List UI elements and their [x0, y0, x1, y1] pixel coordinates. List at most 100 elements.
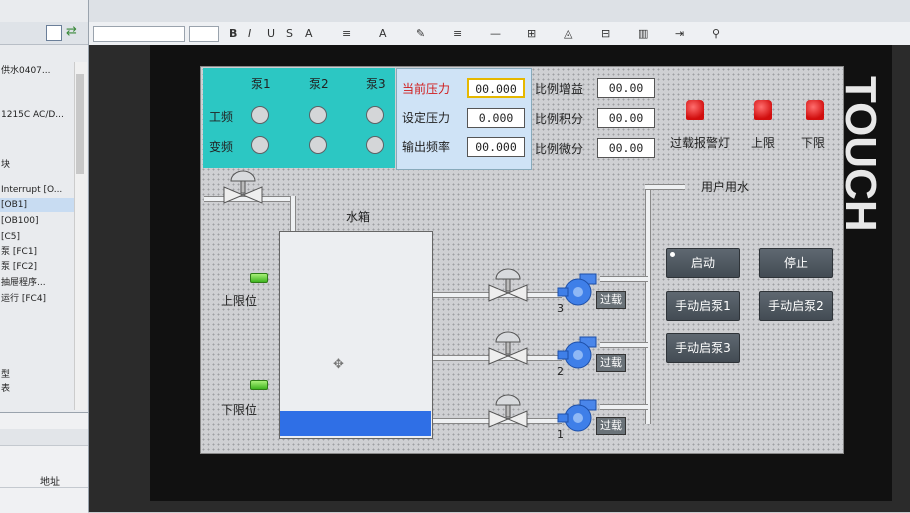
lower-level-label: 下限位: [221, 403, 258, 417]
pid-gain-label: 比例增益: [535, 82, 584, 96]
pid-derivative-field[interactable]: 00.00: [597, 138, 655, 158]
output-frequency-label: 输出频率: [402, 140, 451, 154]
tree-item[interactable]: 1215C AC/D...: [0, 108, 75, 122]
project-tree-panel: ⇄ 供水0407... 1215C AC/D... 块 Interrupt [O...…: [0, 0, 89, 513]
details-col-divider: [0, 487, 88, 488]
tree-item[interactable]: [OB1]: [0, 198, 75, 212]
touch-logo-text: TOUCH: [838, 76, 885, 232]
pump3-discharge: [600, 276, 648, 282]
inlet-pipe-down: [290, 196, 296, 234]
output-frequency-field[interactable]: 00.000: [467, 137, 525, 157]
discharge-riser: [645, 184, 651, 424]
overload-indicator: 过载: [596, 417, 626, 435]
tree-view-icon[interactable]: [46, 25, 62, 41]
tree-item[interactable]: 泵 [FC2]: [0, 260, 75, 274]
align-button[interactable]: ≡: [342, 26, 351, 41]
text-color-button[interactable]: A: [379, 26, 387, 41]
pump1-vfd-lamp: [251, 136, 269, 154]
pump2-discharge: [600, 342, 648, 348]
overload-alarm-lamp: [686, 100, 704, 120]
pump2-power-lamp: [309, 106, 327, 124]
font-family-select[interactable]: [93, 26, 185, 42]
upper-limit-label: 上限: [751, 136, 776, 150]
current-pressure-field[interactable]: 00.000: [467, 78, 525, 98]
move-handle-icon[interactable]: ✥: [333, 357, 344, 372]
start-button[interactable]: 启动: [666, 248, 740, 278]
pid-gain-field[interactable]: 00.00: [597, 78, 655, 98]
pump-valve-icon[interactable]: [487, 266, 529, 304]
columns-button[interactable]: ▥: [638, 26, 648, 41]
tree-item[interactable]: 抽屉程序...: [0, 276, 75, 290]
tree-item[interactable]: [OB100]: [0, 214, 75, 228]
manual-pump3-button[interactable]: 手动启泵3: [666, 333, 740, 363]
pump-valve-icon[interactable]: [487, 392, 529, 430]
start-label: 启动: [690, 256, 715, 270]
pump3-vfd-lamp: [366, 136, 384, 154]
user-water-label: 用户用水: [701, 180, 750, 194]
upper-level-label: 上限位: [221, 294, 258, 308]
underline-button[interactable]: U: [267, 26, 275, 41]
brush-button[interactable]: ✎: [416, 26, 425, 41]
italic-button[interactable]: I: [248, 26, 251, 41]
tree-item[interactable]: [0, 342, 75, 356]
tree-item[interactable]: [0, 326, 75, 340]
overload-indicator: 过载: [596, 291, 626, 309]
lower-level-sensor: [250, 380, 268, 390]
details-header: [0, 429, 88, 446]
manual-pump2-button[interactable]: 手动启泵2: [759, 291, 833, 321]
format-toolbar: B I U S A ≡ A ✎ ≡ — ⊞ ◬ ⊟ ▥ ⇥ ⚲: [89, 22, 910, 46]
pressure-panel: 当前压力 设定压力 输出频率 00.000 0.000 00.000: [396, 68, 532, 170]
pump-number: 1: [557, 428, 564, 441]
tree-item[interactable]: [0, 310, 75, 324]
tree-item[interactable]: [0, 124, 75, 138]
manual-pump1-button[interactable]: 手动启泵1: [666, 291, 740, 321]
line-style-button[interactable]: ≡: [453, 26, 462, 41]
tree-sync-icon[interactable]: ⇄: [66, 24, 77, 39]
user-outlet-pipe: [645, 184, 685, 190]
details-panel: 地址: [0, 412, 88, 513]
line-width-button[interactable]: —: [490, 26, 501, 41]
pump-number: 2: [557, 365, 564, 378]
tree-item[interactable]: 表: [0, 382, 75, 396]
tree-item[interactable]: 运行 [FC4]: [0, 292, 75, 306]
setpoint-pressure-label: 设定压力: [402, 111, 451, 125]
pump1-discharge: [600, 404, 648, 410]
font-size-select[interactable]: [189, 26, 219, 42]
tree-item[interactable]: 供水0407...: [0, 64, 75, 78]
grid-button[interactable]: ⊞: [527, 26, 536, 41]
setpoint-pressure-field[interactable]: 0.000: [467, 108, 525, 128]
current-pressure-label: 当前压力: [402, 82, 451, 96]
overload-indicator: 过载: [596, 354, 626, 372]
tree-item[interactable]: [0, 142, 75, 156]
overload-alarm-label: 过载报警灯: [670, 136, 731, 150]
details-col-address[interactable]: 地址: [40, 473, 60, 488]
pump3-power-lamp: [366, 106, 384, 124]
tree-item[interactable]: 块: [0, 158, 75, 172]
tree-item[interactable]: 型: [0, 368, 75, 382]
pump-valve-icon[interactable]: [487, 329, 529, 367]
pid-integral-field[interactable]: 00.00: [597, 108, 655, 128]
layer-button[interactable]: ⊟: [601, 26, 610, 41]
bold-button[interactable]: B: [229, 26, 237, 41]
fill-button[interactable]: ◬: [564, 26, 572, 41]
upper-limit-lamp: [754, 100, 772, 120]
water-tank[interactable]: [279, 231, 433, 439]
lower-limit-label: 下限: [801, 136, 826, 150]
lower-limit-lamp: [806, 100, 824, 120]
indent-button[interactable]: ⇥: [675, 26, 684, 41]
row-label-power: 工频: [209, 110, 234, 124]
stop-button[interactable]: 停止: [759, 248, 833, 278]
strike-button[interactable]: S: [286, 26, 293, 41]
pump1-power-lamp: [251, 106, 269, 124]
font-color-button[interactable]: A: [305, 26, 313, 41]
tree-item[interactable]: [C5]: [0, 230, 75, 244]
pump2-header: 泵2: [309, 77, 329, 91]
inlet-valve-icon[interactable]: [222, 168, 264, 206]
tank-label: 水箱: [346, 210, 371, 224]
tree-scroll-thumb[interactable]: [76, 74, 84, 174]
zoom-button[interactable]: ⚲: [712, 26, 720, 41]
tree-item[interactable]: Interrupt [O...: [0, 183, 75, 197]
tree-item[interactable]: [0, 82, 75, 96]
row-label-vfd: 变频: [209, 140, 234, 154]
tree-item[interactable]: 泵 [FC1]: [0, 245, 75, 259]
